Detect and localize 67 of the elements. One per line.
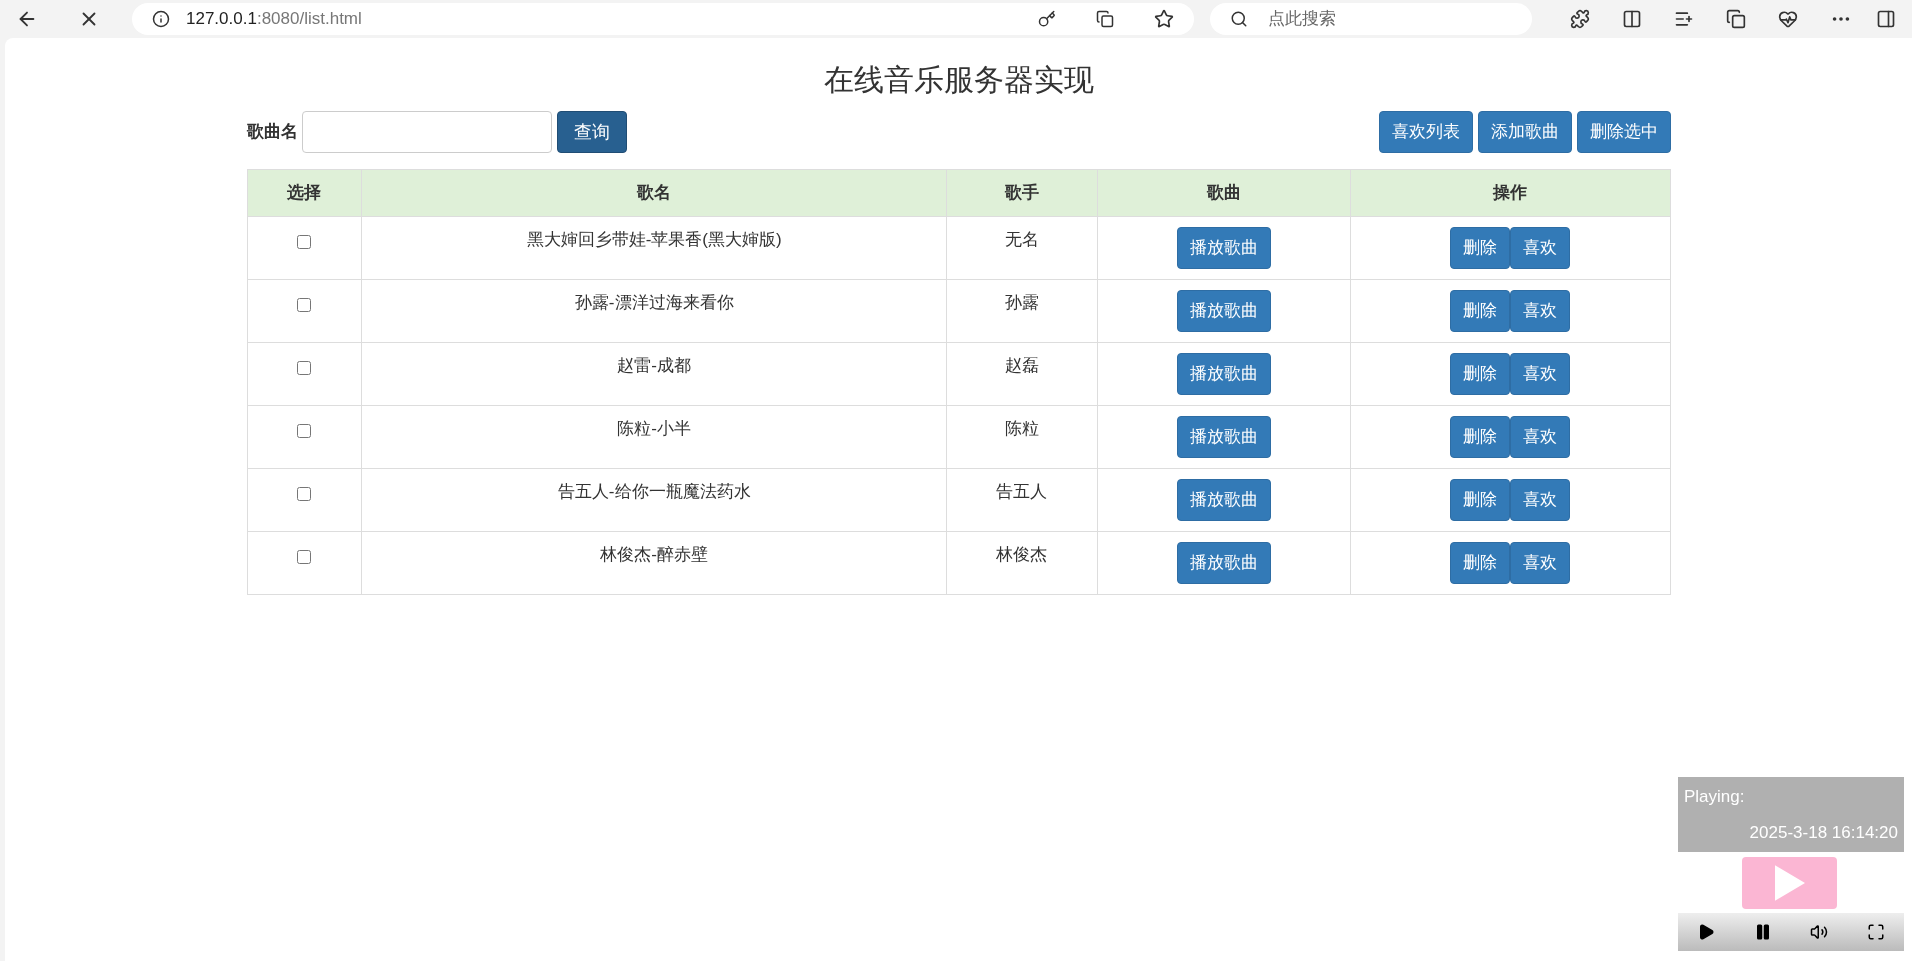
song-title: 黑大婶回乡带娃-苹果香(黑大婶版) xyxy=(526,230,782,249)
row-checkbox[interactable] xyxy=(297,235,312,249)
song-title: 告五人-给你一瓶魔法药水 xyxy=(557,482,751,501)
like-button[interactable]: 喜欢 xyxy=(1510,416,1571,458)
extensions-icon[interactable] xyxy=(1570,9,1590,29)
row-checkbox[interactable] xyxy=(297,487,312,501)
column-header: 歌名 xyxy=(361,169,947,217)
fullscreen-icon[interactable] xyxy=(1866,923,1885,941)
key-icon[interactable] xyxy=(1038,10,1056,28)
row-checkbox[interactable] xyxy=(297,550,312,564)
search-label: 歌曲名 xyxy=(246,121,298,144)
delete-button[interactable]: 删除 xyxy=(1450,542,1511,584)
delete-button[interactable]: 删除 xyxy=(1450,479,1511,521)
url-text: 127.0.0.1:8080/list.html xyxy=(186,8,362,31)
action-button[interactable]: 添加歌曲 xyxy=(1477,111,1572,153)
song-title: 孙露-漂洋过海来看你 xyxy=(574,293,734,312)
singer-name: 林俊杰 xyxy=(996,545,1048,564)
like-button[interactable]: 喜欢 xyxy=(1510,290,1571,332)
delete-button[interactable]: 删除 xyxy=(1450,290,1511,332)
health-icon[interactable] xyxy=(1778,9,1798,29)
column-header: 歌手 xyxy=(946,169,1098,217)
column-header: 选择 xyxy=(247,169,362,217)
play-song-button[interactable]: 播放歌曲 xyxy=(1176,479,1271,521)
row-checkbox[interactable] xyxy=(297,361,312,375)
row-checkbox[interactable] xyxy=(297,298,312,312)
delete-button[interactable]: 删除 xyxy=(1450,227,1511,269)
column-header: 操作 xyxy=(1350,169,1670,217)
song-title: 赵雷-成都 xyxy=(617,356,692,375)
info-icon[interactable] xyxy=(152,10,170,28)
delete-button[interactable]: 删除 xyxy=(1450,353,1511,395)
action-button[interactable]: 删除选中 xyxy=(1576,111,1671,153)
play-icon[interactable] xyxy=(1697,923,1716,941)
singer-name: 告五人 xyxy=(996,482,1048,501)
like-button[interactable]: 喜欢 xyxy=(1510,353,1571,395)
play-icon xyxy=(1774,865,1805,901)
song-title: 林俊杰-醉赤壁 xyxy=(600,545,709,564)
favorites-list-icon[interactable] xyxy=(1674,9,1694,29)
play-song-button[interactable]: 播放歌曲 xyxy=(1176,290,1271,332)
search-icon xyxy=(1230,10,1248,28)
play-song-button[interactable]: 播放歌曲 xyxy=(1176,542,1271,584)
action-button[interactable]: 喜欢列表 xyxy=(1378,111,1473,153)
delete-button[interactable]: 删除 xyxy=(1450,416,1511,458)
playing-time: 2025-3-18 16:14:20 xyxy=(1749,821,1898,844)
row-checkbox[interactable] xyxy=(297,424,312,438)
singer-name: 无名 xyxy=(1004,230,1039,249)
like-button[interactable]: 喜欢 xyxy=(1510,542,1571,584)
singer-name: 赵磊 xyxy=(1004,356,1039,375)
playing-label: Playing: xyxy=(1684,786,1746,808)
collections-icon[interactable] xyxy=(1726,9,1746,29)
singer-name: 孙露 xyxy=(1004,293,1039,312)
query-button[interactable]: 查询 xyxy=(556,111,627,153)
song-title: 陈粒-小半 xyxy=(617,419,692,438)
singer-name: 陈粒 xyxy=(1004,419,1039,438)
split-screen-icon[interactable] xyxy=(1622,9,1642,29)
volume-icon[interactable] xyxy=(1810,923,1829,941)
like-button[interactable]: 喜欢 xyxy=(1510,227,1571,269)
play-song-button[interactable]: 播放歌曲 xyxy=(1176,227,1271,269)
play-song-button[interactable]: 播放歌曲 xyxy=(1176,416,1271,458)
page-title: 在线音乐服务器实现 xyxy=(822,62,1095,98)
search-field[interactable]: 点此搜索 xyxy=(1210,3,1532,35)
sidebar-icon[interactable] xyxy=(1876,9,1896,29)
song-name-field[interactable] xyxy=(301,111,552,153)
column-header: 歌曲 xyxy=(1097,169,1351,217)
address-bar[interactable]: 127.0.0.1:8080/list.html xyxy=(132,3,1194,35)
favorite-icon[interactable] xyxy=(1154,9,1174,29)
play-song-button[interactable]: 播放歌曲 xyxy=(1176,353,1271,395)
like-button[interactable]: 喜欢 xyxy=(1510,479,1571,521)
